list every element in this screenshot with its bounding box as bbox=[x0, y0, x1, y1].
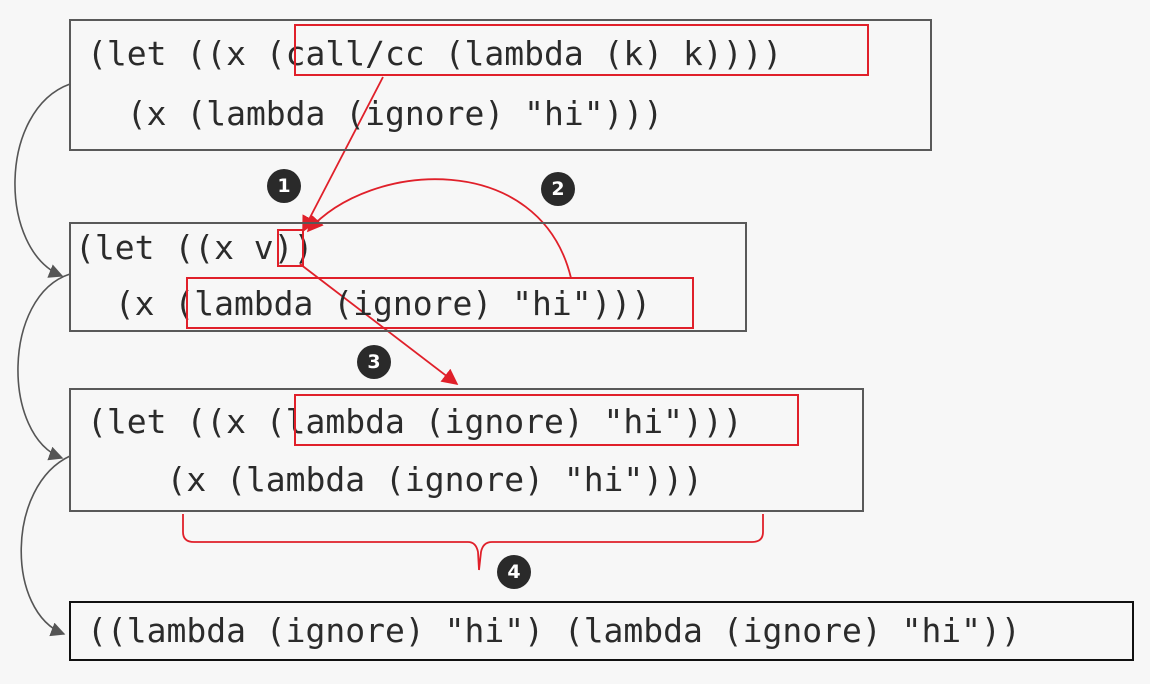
callcc-highlight bbox=[294, 24, 869, 76]
step-4-line-1: ((lambda (ignore) "hi") (lambda (ignore)… bbox=[87, 611, 1021, 650]
step-1-line-2: (x (lambda (ignore) "hi"))) bbox=[87, 94, 664, 133]
badge-4: 4 bbox=[497, 555, 531, 589]
step-arrow-2-to-3 bbox=[17, 273, 71, 461]
v-highlight bbox=[277, 229, 304, 267]
badge-1: 1 bbox=[267, 169, 301, 203]
step-arrow-1-to-2 bbox=[14, 83, 71, 278]
lambda-arg-highlight bbox=[186, 277, 694, 329]
step-3-line-2: (x (lambda (ignore) "hi"))) bbox=[87, 460, 703, 499]
continuation-diagram: (let ((x (call/cc (lambda (k) k)))) (x (… bbox=[0, 0, 1150, 684]
badge-2: 2 bbox=[541, 172, 575, 206]
lambda-binding-highlight bbox=[294, 394, 799, 446]
badge-3: 3 bbox=[357, 345, 391, 379]
step-arrow-3-to-4 bbox=[20, 455, 71, 637]
brace-4 bbox=[182, 514, 764, 571]
